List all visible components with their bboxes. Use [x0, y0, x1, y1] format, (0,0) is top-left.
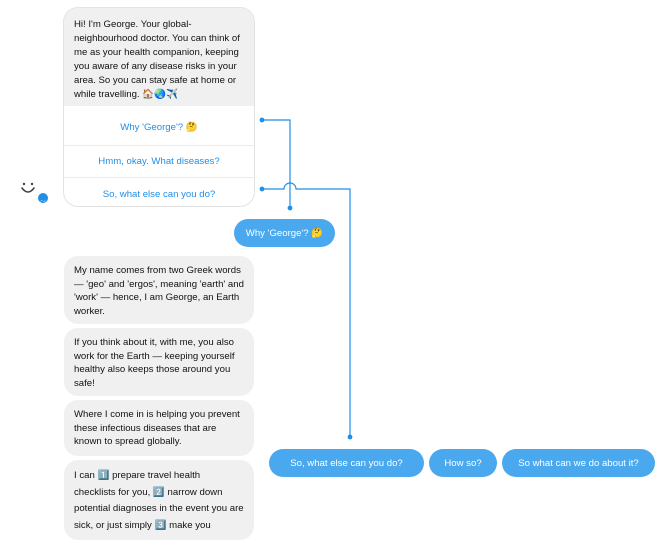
bot-message-capabilities: I can 1️⃣ prepare travel health checklis…: [64, 460, 254, 540]
option-how-so-button[interactable]: How so?: [429, 449, 497, 477]
user-reply-bubble: Why 'George'? 🤔: [234, 219, 335, 247]
bot-message-name-origin: My name comes from two Greek words — 'ge…: [64, 256, 254, 324]
option-what-can-we-do-button[interactable]: So what can we do about it?: [502, 449, 655, 477]
option-what-else-button[interactable]: So, what else can you do?: [269, 449, 424, 477]
bot-message-prevent-diseases: Where I come in is helping you prevent t…: [64, 400, 254, 456]
bot-message-work-for-earth: If you think about it, with me, you also…: [64, 328, 254, 396]
